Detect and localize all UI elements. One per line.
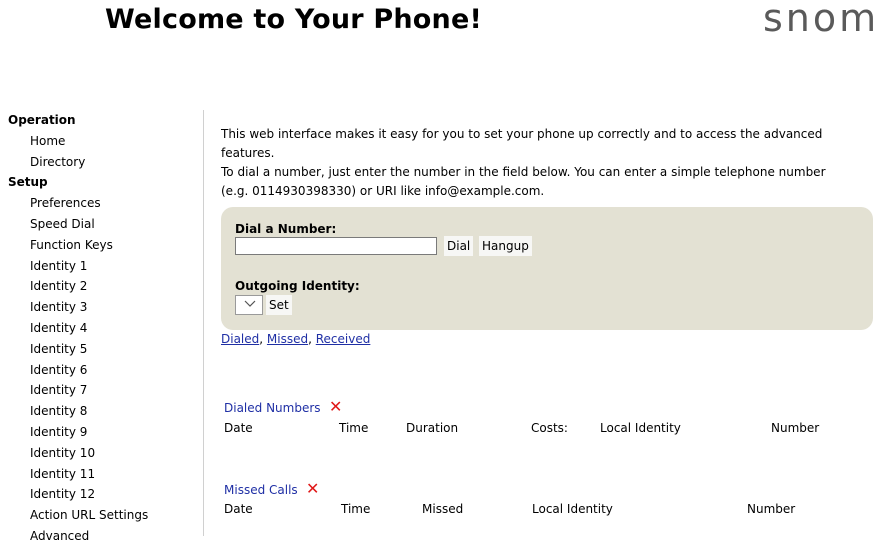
- sidebar-item-preferences[interactable]: Preferences: [8, 193, 198, 214]
- dialed-col-number: Number: [771, 421, 820, 435]
- sidebar-item-function-keys[interactable]: Function Keys: [8, 235, 198, 256]
- sidebar-item-identity-10[interactable]: Identity 10: [8, 443, 198, 464]
- dialed-col-local-identity: Local Identity: [600, 421, 681, 435]
- page-title: Welcome to Your Phone!: [105, 4, 483, 35]
- missed-col-local-identity: Local Identity: [532, 502, 613, 516]
- sidebar-item-identity-6[interactable]: Identity 6: [8, 360, 198, 381]
- sidebar-item-identity-4[interactable]: Identity 4: [8, 318, 198, 339]
- sidebar-section-setup: Setup: [8, 175, 48, 190]
- sidebar-item-identity-3[interactable]: Identity 3: [8, 297, 198, 318]
- snom-logo: snom: [763, 0, 877, 40]
- sidebar-section-operation: Operation: [8, 113, 76, 127]
- intro-line: To dial a number, just enter the number …: [221, 165, 826, 179]
- received-link[interactable]: Received: [316, 332, 371, 346]
- missed-calls-title: Missed Calls: [224, 483, 298, 497]
- delete-x-icon[interactable]: ✕: [329, 399, 342, 415]
- hangup-button[interactable]: Hangup: [479, 236, 532, 256]
- intro-line: (e.g. 0114930398330) or URI like info@ex…: [221, 184, 545, 198]
- sidebar-item-identity-2[interactable]: Identity 2: [8, 276, 198, 297]
- dialed-col-duration: Duration: [406, 421, 459, 435]
- outgoing-identity-select[interactable]: [235, 295, 263, 315]
- main-content: This web interface makes it easy for you…: [221, 125, 873, 516]
- sidebar-item-identity-9[interactable]: Identity 9: [8, 422, 198, 443]
- missed-col-number: Number: [747, 502, 796, 516]
- missed-col-date: Date: [224, 502, 253, 516]
- link-separator: ,: [259, 332, 267, 346]
- chevron-down-icon: [244, 300, 256, 307]
- sidebar-item-home[interactable]: Home: [8, 131, 198, 152]
- sidebar: Operation Home Directory Setup Preferenc…: [8, 110, 198, 547]
- sidebar-item-directory[interactable]: Directory: [8, 152, 198, 173]
- dialed-link[interactable]: Dialed: [221, 332, 259, 346]
- dial-number-label: Dial a Number:: [235, 222, 337, 236]
- sidebar-item-advanced[interactable]: Advanced: [8, 526, 198, 547]
- sidebar-item-speed-dial[interactable]: Speed Dial: [8, 214, 198, 235]
- intro-line: features.: [221, 146, 275, 160]
- outgoing-identity-label: Outgoing Identity:: [235, 279, 360, 293]
- call-list-links: Dialed, Missed, Received: [221, 332, 370, 346]
- dial-button[interactable]: Dial: [444, 236, 474, 256]
- intro-line: This web interface makes it easy for you…: [221, 127, 823, 141]
- dialed-col-time: Time: [339, 421, 369, 435]
- missed-col-missed: Missed: [422, 502, 464, 516]
- missed-link[interactable]: Missed: [267, 332, 308, 346]
- set-identity-button[interactable]: Set: [266, 295, 292, 315]
- delete-x-icon[interactable]: ✕: [306, 481, 319, 497]
- sidebar-item-identity-12[interactable]: Identity 12: [8, 484, 198, 505]
- dialed-col-date: Date: [224, 421, 253, 435]
- dial-panel: Dial a Number: Dial Hangup Outgoing Iden…: [221, 207, 873, 330]
- sidebar-divider: [203, 110, 204, 536]
- sidebar-item-action-url-settings[interactable]: Action URL Settings: [8, 505, 198, 526]
- sidebar-item-identity-5[interactable]: Identity 5: [8, 339, 198, 360]
- sidebar-item-identity-1[interactable]: Identity 1: [8, 256, 198, 277]
- intro-text: This web interface makes it easy for you…: [221, 125, 866, 201]
- sidebar-item-identity-11[interactable]: Identity 11: [8, 464, 198, 485]
- dial-number-input[interactable]: [235, 237, 437, 255]
- sidebar-item-identity-7[interactable]: Identity 7: [8, 380, 198, 401]
- sidebar-item-identity-8[interactable]: Identity 8: [8, 401, 198, 422]
- link-separator: ,: [308, 332, 316, 346]
- dialed-col-costs: Costs:: [531, 421, 568, 435]
- missed-col-time: Time: [341, 502, 371, 516]
- dialed-numbers-title: Dialed Numbers: [224, 401, 321, 415]
